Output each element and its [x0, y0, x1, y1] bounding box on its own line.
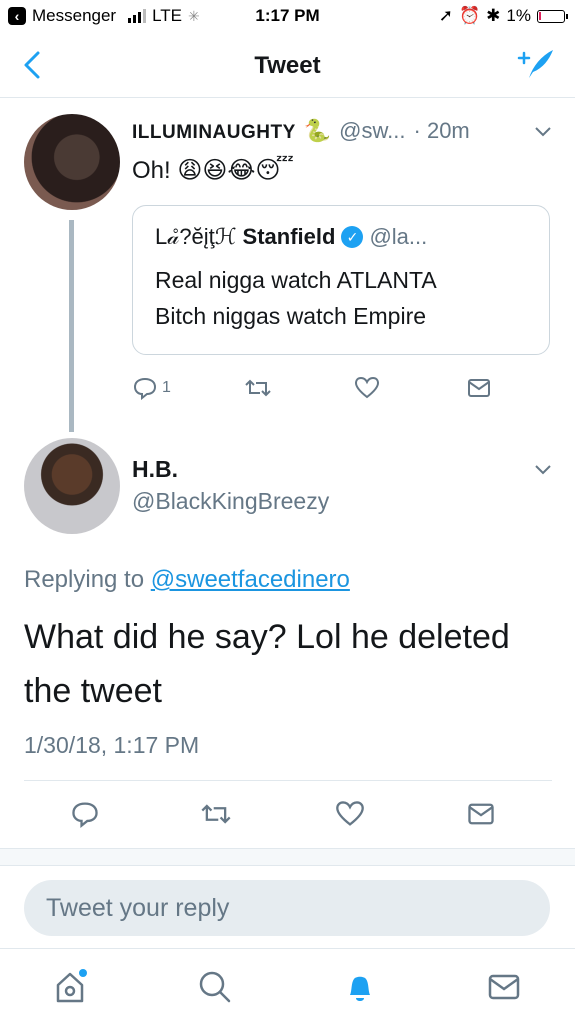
reply-button[interactable]: 1: [132, 376, 171, 400]
quoted-author-name: Stanfield: [242, 224, 336, 249]
avatar[interactable]: [24, 438, 120, 534]
quoted-author-handle: @la...: [369, 224, 428, 249]
retweet-button[interactable]: [200, 800, 232, 828]
snake-emoji-icon: 🐍: [303, 118, 332, 143]
reply-icon: [133, 377, 157, 400]
author-name[interactable]: ILLUMINAUGHTY: [132, 122, 296, 144]
replying-to-link[interactable]: @sweetfacedinero: [151, 566, 350, 593]
author-handle[interactable]: @BlackKingBreezy: [132, 488, 329, 515]
quoted-text-line-1: Real nigga watch ATLANTA: [155, 267, 437, 293]
verified-badge-icon: ✓: [341, 226, 364, 248]
replying-to: Replying to @sweetfacedinero: [24, 566, 350, 594]
search-icon[interactable]: [195, 967, 235, 1007]
quoted-tweet[interactable]: L𝒶̊?ĕįţℋ Stanfield ✓ @la... Real nigga w…: [132, 205, 550, 355]
reply-icon: [72, 802, 98, 828]
reply-count: 1: [162, 379, 171, 396]
tab-bar: [0, 948, 575, 1024]
avatar[interactable]: [24, 114, 120, 210]
envelope-icon: [468, 379, 490, 397]
reply-button[interactable]: [70, 800, 100, 828]
chevron-down-icon[interactable]: [534, 126, 552, 138]
retweet-icon: [201, 804, 231, 824]
replying-to-label: Replying to: [24, 566, 145, 593]
page-title: Tweet: [254, 52, 321, 79]
home-icon[interactable]: [50, 967, 90, 1007]
compose-tweet-icon[interactable]: [515, 46, 555, 82]
location-icon: ➚: [438, 6, 453, 25]
section-separator: [0, 848, 575, 866]
tweet-time: · 20m: [413, 118, 470, 143]
notifications-icon[interactable]: [340, 967, 380, 1007]
tweet-actions: 1: [132, 376, 492, 406]
direct-message-button[interactable]: [466, 800, 496, 828]
tweet-text: Oh! 😩😆😂😴: [132, 157, 294, 184]
like-button[interactable]: [335, 800, 365, 828]
bluetooth-icon: ✱: [486, 6, 501, 25]
tweet-text: What did he say? Lol he deleted the twee…: [24, 618, 510, 710]
retweet-icon: [245, 379, 271, 397]
tweet-actions: [70, 800, 510, 832]
tweet-timestamp: 1/30/18, 1:17 PM: [24, 732, 200, 758]
nav-bar: Tweet: [0, 34, 575, 98]
retweet-button[interactable]: [244, 376, 272, 400]
direct-message-button[interactable]: [466, 376, 492, 400]
author-handle[interactable]: @sw...: [339, 118, 405, 144]
thread-line: [69, 220, 74, 432]
heart-icon: [336, 801, 364, 826]
chevron-down-icon[interactable]: [534, 464, 552, 476]
messages-icon[interactable]: [484, 967, 524, 1007]
heart-icon: [354, 376, 380, 399]
status-bar: ‹ Messenger LTE ✳ 1:17 PM ➚ ⏰ ✱ 1%: [0, 0, 575, 34]
quoted-name-stylized: L𝒶̊?ĕįţℋ: [155, 224, 237, 249]
divider: [24, 780, 552, 781]
quoted-text-line-2: Bitch niggas watch Empire: [155, 303, 427, 329]
battery-percent: 1%: [506, 6, 531, 25]
author-name[interactable]: H.B.: [132, 456, 178, 483]
reply-input[interactable]: Tweet your reply: [24, 880, 550, 936]
battery-icon: [537, 9, 568, 23]
alarm-icon: ⏰: [459, 6, 481, 25]
envelope-icon: [468, 803, 494, 825]
like-button[interactable]: [354, 376, 380, 400]
tweet-header: ILLUMINAUGHTY 🐍 @sw... · 20m: [132, 118, 470, 144]
